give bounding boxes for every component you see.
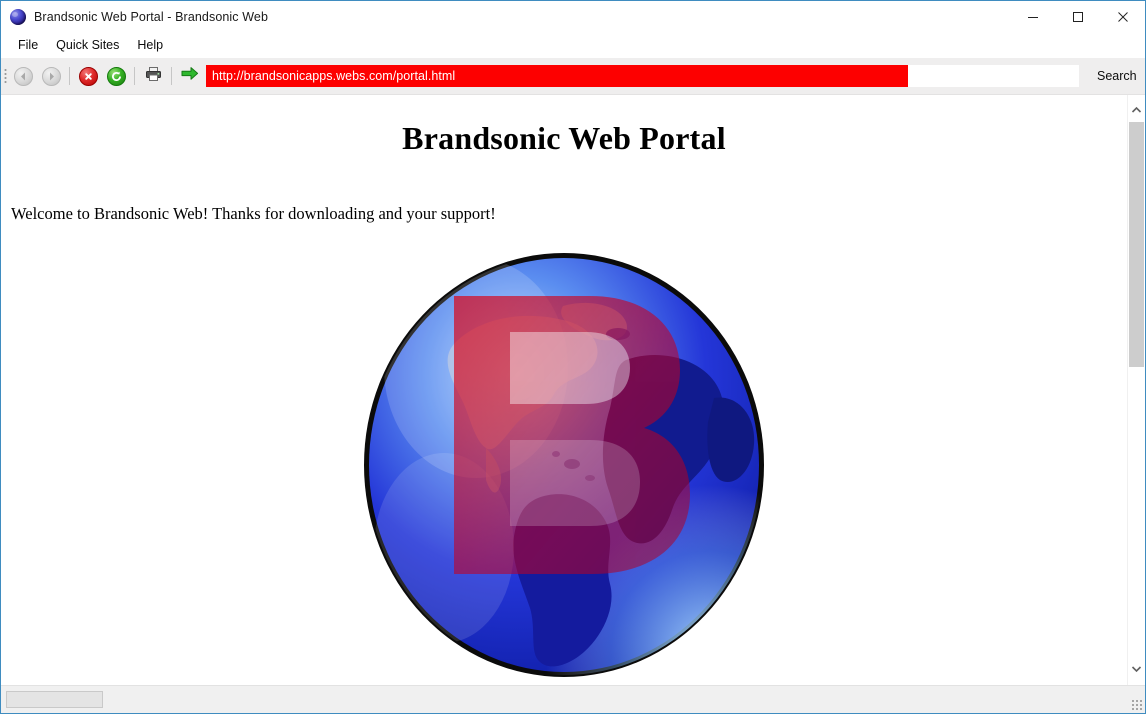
toolbar-separator-3 <box>171 67 172 85</box>
browser-toolbar: http://brandsonicapps.webs.com/portal.ht… <box>1 58 1145 95</box>
back-button[interactable] <box>11 64 35 88</box>
stop-x-icon <box>78 66 98 86</box>
chevron-down-icon <box>1131 660 1142 678</box>
refresh-button[interactable] <box>104 64 128 88</box>
page-title: Brandsonic Web Portal <box>402 120 726 156</box>
stop-button[interactable] <box>76 64 100 88</box>
menu-item-help[interactable]: Help <box>128 35 172 55</box>
status-bar <box>1 685 1145 713</box>
content-area: Brandsonic Web Portal Welcome to Brandso… <box>1 95 1145 685</box>
arrow-right-go-icon <box>181 66 199 86</box>
page-body: Brandsonic Web Portal Welcome to Brandso… <box>1 120 1127 683</box>
logo-container <box>11 248 1117 683</box>
forward-button[interactable] <box>39 64 63 88</box>
scroll-down-button[interactable] <box>1128 660 1145 677</box>
toolbar-separator-1 <box>69 67 70 85</box>
search-label: Search <box>1097 69 1137 83</box>
close-button[interactable] <box>1100 1 1145 32</box>
welcome-text: Welcome to Brandsonic Web! Thanks for do… <box>11 204 496 223</box>
minimize-button[interactable] <box>1010 1 1055 32</box>
menu-item-quick-sites[interactable]: Quick Sites <box>47 35 128 55</box>
arrow-left-icon <box>13 66 33 86</box>
toolbar-drag-handle[interactable] <box>4 68 7 84</box>
scroll-up-button[interactable] <box>1128 101 1145 118</box>
search-input[interactable] <box>908 65 1079 87</box>
address-bar[interactable]: http://brandsonicapps.webs.com/portal.ht… <box>206 65 908 87</box>
window-controls <box>1010 1 1145 32</box>
browser-window: Brandsonic Web Portal - Brandsonic Web F… <box>0 0 1146 714</box>
print-button[interactable] <box>141 64 165 88</box>
toolbar-separator-2 <box>134 67 135 85</box>
resize-grip-icon[interactable] <box>1131 699 1143 711</box>
printer-icon <box>145 66 162 87</box>
horizontal-scrollbar[interactable] <box>1 688 1130 709</box>
window-title: Brandsonic Web Portal - Brandsonic Web <box>34 9 269 24</box>
go-button[interactable] <box>178 64 202 88</box>
vertical-scrollbar[interactable] <box>1127 95 1145 685</box>
menu-item-file[interactable]: File <box>9 35 47 55</box>
app-globe-icon <box>10 8 26 25</box>
web-page: Brandsonic Web Portal Welcome to Brandso… <box>1 95 1127 685</box>
chevron-up-icon <box>1131 101 1142 119</box>
vertical-scroll-thumb[interactable] <box>1129 122 1144 367</box>
menu-bar: File Quick Sites Help <box>1 32 1145 58</box>
brandsonic-globe-logo <box>358 248 770 683</box>
horizontal-scroll-thumb[interactable] <box>6 691 103 708</box>
arrow-right-icon <box>41 66 61 86</box>
title-bar: Brandsonic Web Portal - Brandsonic Web <box>1 1 1145 32</box>
maximize-button[interactable] <box>1055 1 1100 32</box>
address-bar-value: http://brandsonicapps.webs.com/portal.ht… <box>212 69 456 83</box>
refresh-icon <box>106 66 126 86</box>
